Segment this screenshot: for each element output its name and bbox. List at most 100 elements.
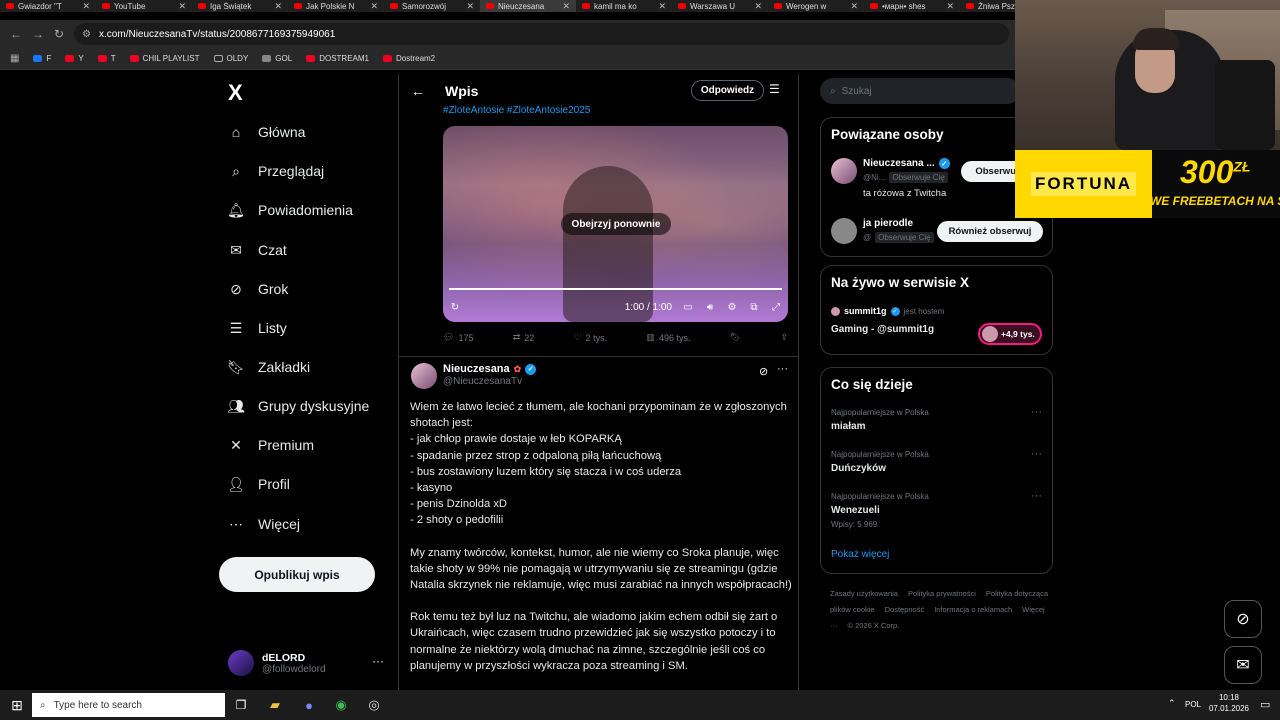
close-tab-icon[interactable]: ✕: [466, 1, 474, 12]
browser-tab[interactable]: Iga Świątek ✕: [192, 0, 288, 12]
fullscreen-icon[interactable]: ⤢: [770, 301, 782, 313]
repost-action[interactable]: ⇄ 22: [513, 332, 535, 343]
close-tab-icon[interactable]: ✕: [370, 1, 378, 12]
site-info-icon[interactable]: ⚙: [82, 29, 91, 40]
chrome-icon[interactable]: ◉: [332, 696, 350, 714]
host-name[interactable]: summit1g: [844, 306, 887, 316]
bookmark-item[interactable]: Dostream2: [383, 54, 435, 63]
grok-icon[interactable]: ⊘: [759, 365, 768, 378]
settings-icon[interactable]: ⚙: [726, 301, 738, 313]
close-tab-icon[interactable]: ✕: [946, 1, 954, 12]
bookmark-item[interactable]: DOSTREAM1: [306, 54, 369, 63]
like-action[interactable]: ♡ 2 tys.: [574, 332, 608, 343]
file-explorer-icon[interactable]: ▰: [266, 696, 284, 714]
replay-button[interactable]: Obejrzyj ponownie: [561, 213, 671, 235]
footer-link[interactable]: Zasady użytkowania: [830, 589, 898, 598]
search-input[interactable]: ⌕ Szukaj: [820, 78, 1020, 104]
browser-tab[interactable]: Gwiazdor "T ✕: [0, 0, 96, 12]
nav-item[interactable]: ✕ Premium: [228, 437, 314, 454]
browser-tab[interactable]: Samorozwój ✕: [384, 0, 480, 12]
avatar[interactable]: [831, 218, 857, 244]
close-tab-icon[interactable]: ✕: [178, 1, 186, 12]
browser-tab[interactable]: kamil ma ko ✕: [576, 0, 672, 12]
back-icon[interactable]: ←: [10, 27, 22, 41]
replay-icon[interactable]: ↻: [449, 301, 461, 313]
task-view-icon[interactable]: ❐: [232, 696, 250, 714]
footer-link[interactable]: Polityka prywatności: [908, 589, 976, 598]
reply-action[interactable]: 💬︎ 175: [443, 332, 473, 343]
x-logo[interactable]: X: [228, 80, 243, 106]
nav-item[interactable]: ⊘ Grok: [228, 281, 288, 298]
browser-tab[interactable]: Werogen w ✕: [768, 0, 864, 12]
avatar[interactable]: [831, 158, 857, 184]
grok-fab[interactable]: ⊘: [1224, 600, 1262, 638]
follow-back-button[interactable]: Również obserwuj: [937, 221, 1043, 242]
hashtags[interactable]: #ZloteAntosie #ZloteAntosie2025: [443, 105, 590, 116]
browser-tab[interactable]: Nieuczesana ✕: [480, 0, 576, 12]
windows-start-icon[interactable]: ⊞: [8, 696, 26, 714]
obs-icon[interactable]: ◎: [365, 696, 383, 714]
back-arrow-icon[interactable]: ←: [411, 83, 425, 99]
nav-item[interactable]: 🔔︎ Powiadomienia: [227, 202, 353, 219]
close-tab-icon[interactable]: ✕: [562, 1, 570, 12]
nav-item[interactable]: ⌂ Główna: [228, 124, 306, 140]
more-icon[interactable]: ···: [777, 363, 788, 375]
trend-title[interactable]: miałam: [831, 421, 865, 432]
browser-tab[interactable]: Warszawa U ✕: [672, 0, 768, 12]
nav-item[interactable]: ☰ Listy: [228, 320, 287, 337]
discord-icon[interactable]: ●: [300, 696, 318, 714]
captions-icon[interactable]: ▭: [682, 301, 694, 313]
person-name[interactable]: Nieuczesana ... ✓: [863, 158, 950, 169]
taskbar-clock[interactable]: 10:18 07.01.2026: [1206, 692, 1252, 714]
more-icon[interactable]: ···: [1031, 448, 1042, 460]
notification-icon[interactable]: ▭: [1260, 698, 1270, 711]
bookmark-item[interactable]: CHIL PLAYLIST: [129, 54, 200, 63]
trend-title[interactable]: Wenezueli: [831, 505, 880, 516]
more-icon[interactable]: ···: [1031, 490, 1042, 502]
pip-icon[interactable]: ⧉: [748, 301, 760, 313]
footer-link[interactable]: Dostępność: [885, 605, 925, 614]
browser-tab[interactable]: •марн• shes ✕: [864, 0, 960, 12]
nav-item[interactable]: ⋯ Więcej: [228, 516, 300, 533]
reply-author-handle[interactable]: @NieuczesanaTv: [443, 376, 522, 387]
messages-fab[interactable]: ✉: [1224, 646, 1262, 684]
video-player[interactable]: Obejrzyj ponownie ↻ 1:00 / 1:00 ▭ 🔊︎ ⚙ ⧉…: [443, 126, 788, 322]
bookmark-item[interactable]: T: [97, 54, 116, 63]
reply-button[interactable]: Odpowiedz: [691, 80, 764, 101]
volume-icon[interactable]: 🔊︎: [704, 301, 716, 313]
forward-icon[interactable]: →: [32, 27, 44, 41]
nav-item[interactable]: ✉ Czat: [228, 242, 287, 259]
nav-item[interactable]: ⌕ Przeglądaj: [228, 163, 324, 180]
trend-title[interactable]: Duńczyków: [831, 463, 886, 474]
footer-link[interactable]: © 2026 X Corp.: [848, 621, 900, 630]
video-progress-bar[interactable]: [449, 288, 782, 290]
close-tab-icon[interactable]: ✕: [850, 1, 858, 12]
share-action[interactable]: ⇪: [780, 332, 788, 343]
more-icon[interactable]: ···: [372, 654, 384, 668]
views-action[interactable]: ▥ 496 tys.: [646, 332, 690, 343]
nav-item[interactable]: 👤︎ Profil: [227, 476, 290, 493]
close-tab-icon[interactable]: ✕: [274, 1, 282, 12]
reload-icon[interactable]: ↻: [54, 27, 64, 41]
account-switcher[interactable]: dELORD @followdelord ···: [228, 646, 388, 680]
nav-item[interactable]: 👥︎ Grupy dyskusyjne: [227, 398, 369, 415]
bookmark-item[interactable]: GOL: [262, 54, 292, 63]
footer-link[interactable]: Informacja o reklamach: [934, 605, 1012, 614]
live-show-title[interactable]: Gaming - @summit1g: [831, 324, 934, 335]
language-indicator[interactable]: POL: [1185, 700, 1201, 709]
close-tab-icon[interactable]: ✕: [82, 1, 90, 12]
close-tab-icon[interactable]: ✕: [754, 1, 762, 12]
url-field[interactable]: ⚙ x.com/NieuczesanaTv/status/20086771693…: [74, 23, 1009, 45]
nav-item[interactable]: 🔖︎ Zakładki: [227, 359, 310, 376]
close-tab-icon[interactable]: ✕: [658, 1, 666, 12]
bookmark-item[interactable]: OLDY: [213, 54, 248, 63]
bookmark-action[interactable]: 🔖︎: [730, 332, 741, 343]
bookmark-item[interactable]: F: [33, 54, 51, 63]
avatar[interactable]: [411, 363, 437, 389]
show-more-link[interactable]: Pokaż więcej: [831, 549, 889, 560]
listeners-badge[interactable]: +4,9 tys.: [978, 323, 1042, 345]
taskbar-search[interactable]: ⌕ Type here to search: [32, 693, 225, 717]
browser-tab[interactable]: YouTube ✕: [96, 0, 192, 12]
person-name[interactable]: ja pierodle: [863, 218, 913, 229]
browser-tab[interactable]: Jak Polskie N ✕: [288, 0, 384, 12]
